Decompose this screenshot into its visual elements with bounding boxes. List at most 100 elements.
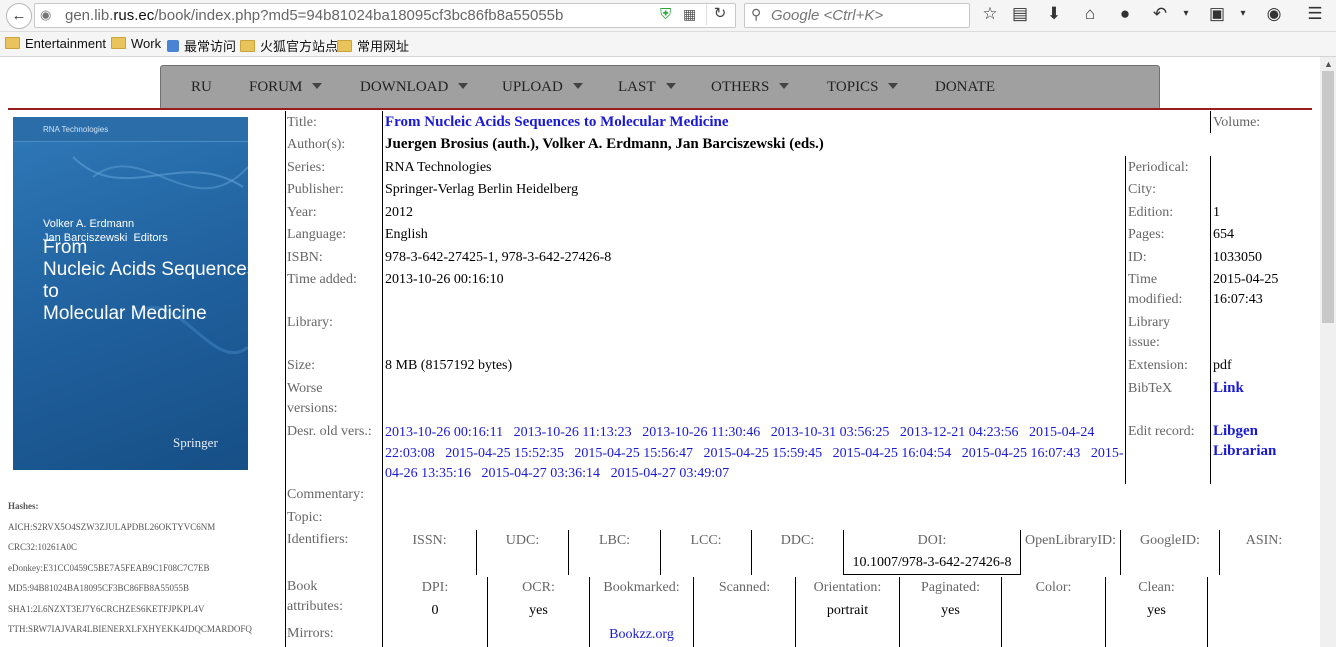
star-bookmark-icon[interactable]: ☆ xyxy=(978,4,1002,24)
old-version-link[interactable]: 2013-10-26 11:13:23 xyxy=(514,425,632,440)
label-commentary: Commentary: xyxy=(287,487,364,502)
crop-dropdown-icon[interactable]: ▾ xyxy=(1231,8,1255,19)
libgen-edit-link[interactable]: Libgen xyxy=(1213,423,1258,440)
back-arrow-icon[interactable]: ← xyxy=(6,3,32,29)
bookmark-common-sites[interactable]: 常用网址 xyxy=(337,36,409,55)
label-topic: Topic: xyxy=(287,510,323,525)
scrollbar-thumb[interactable] xyxy=(1322,71,1334,323)
table-border xyxy=(1125,156,1126,484)
librarian-edit-link[interactable]: Librarian xyxy=(1213,443,1276,460)
menu-ru[interactable]: RU xyxy=(191,79,212,96)
menu-donate[interactable]: DONATE xyxy=(935,79,995,96)
search-bar[interactable]: ⚲ Google <Ctrl+K> xyxy=(744,3,970,28)
shield-icon[interactable]: ⛨ xyxy=(660,6,671,23)
message-icon[interactable]: ◉ xyxy=(1262,4,1286,24)
label-versions: versions: xyxy=(287,401,338,416)
cover-title: From Nucleic Acids Sequences to Molecula… xyxy=(43,237,248,324)
bookmark-work[interactable]: Work xyxy=(111,36,161,51)
label-edit-record: Edit record: xyxy=(1128,424,1195,439)
header-divider xyxy=(8,108,1312,110)
attr-orientation-value: portrait xyxy=(826,603,869,618)
label-extension: Extension: xyxy=(1128,358,1188,373)
reload-icon[interactable]: ↻ xyxy=(706,2,733,25)
globe-icon: ◉ xyxy=(40,7,52,22)
book-year: 2012 xyxy=(385,205,413,220)
old-version-link[interactable]: 2013-10-26 11:30:46 xyxy=(642,425,760,440)
menu-others[interactable]: OTHERS xyxy=(711,79,790,96)
attr-ocr: OCR: xyxy=(522,580,555,595)
menu-download[interactable]: DOWNLOAD xyxy=(360,79,469,96)
download-icon[interactable]: ⬇ xyxy=(1042,4,1066,24)
book-authors: Juergen Brosius (auth.), Volker A. Erdma… xyxy=(385,136,824,152)
chevron-down-icon xyxy=(888,83,899,89)
book-size: 8 MB (8157192 bytes) xyxy=(385,358,513,373)
old-version-link[interactable]: 2015-04-25 15:59:45 xyxy=(704,446,823,461)
identifier-ddc: DDC: xyxy=(780,533,815,548)
menu-icon[interactable]: ☰ xyxy=(1303,4,1327,24)
identifier-asin: ASIN: xyxy=(1245,533,1283,548)
qr-code-icon[interactable]: ▦ xyxy=(683,6,696,23)
attr-paginated: Paginated: xyxy=(920,580,981,595)
url-text[interactable]: gen.lib.rus.ec/book/index.php?md5=94b810… xyxy=(65,7,563,24)
attr-paginated-value: yes xyxy=(941,603,960,618)
old-version-link[interactable]: 2015-04-25 16:04:54 xyxy=(833,446,952,461)
label-pages: Pages: xyxy=(1128,227,1165,242)
hashes-block: Hashes: AICH:S2RVX5O4SZW3ZJULAPDBL26OKTY… xyxy=(8,496,252,640)
chevron-down-icon xyxy=(572,83,583,89)
menu-last[interactable]: LAST xyxy=(618,79,676,96)
chevron-down-icon xyxy=(665,83,676,89)
book-isbn: 978-3-642-27425-1, 978-3-642-27426-8 xyxy=(385,250,612,265)
book-title-link[interactable]: From Nucleic Acids Sequences to Molecula… xyxy=(385,114,729,131)
page-icon xyxy=(167,40,179,52)
table-border xyxy=(382,111,383,647)
book-edition: 1 xyxy=(1213,205,1220,220)
label-modified: modified: xyxy=(1128,292,1183,307)
identifier-issn: ISSN: xyxy=(412,533,447,548)
old-version-link[interactable]: 2015-04-27 03:49:07 xyxy=(611,466,730,481)
book-cover-image[interactable]: RNA Technologies Volker A. Erdmann Jan B… xyxy=(13,117,248,470)
reading-list-icon[interactable]: ▤ xyxy=(1008,4,1032,24)
old-version-link[interactable]: 2013-12-21 04:23:56 xyxy=(900,425,1019,440)
label-attributes: attributes: xyxy=(287,599,343,614)
label-year: Year: xyxy=(287,205,317,220)
chevron-down-icon xyxy=(312,83,323,89)
identifier-lbc: LBC: xyxy=(598,533,631,548)
site-menu-bar: RU FORUM DOWNLOAD UPLOAD LAST OTHERS TOP… xyxy=(160,65,1160,110)
old-version-link[interactable]: 2015-04-27 03:36:14 xyxy=(481,466,600,481)
bookmark-entertainment[interactable]: Entertainment xyxy=(5,36,106,51)
crop-icon[interactable]: ▣ xyxy=(1205,4,1229,24)
old-version-link[interactable]: 2015-04-25 15:56:47 xyxy=(574,446,693,461)
chat-icon[interactable]: ● xyxy=(1113,4,1137,24)
bibtex-link[interactable]: Link xyxy=(1213,380,1244,397)
book-publisher: Springer-Verlag Berlin Heidelberg xyxy=(385,182,579,197)
mirror-bookzz-link[interactable]: Bookzz.org xyxy=(590,627,693,643)
old-version-link[interactable]: 2015-04-25 16:07:43 xyxy=(962,446,1081,461)
undo-dropdown-icon[interactable]: ▾ xyxy=(1174,8,1198,19)
book-pages: 654 xyxy=(1213,227,1234,242)
undo-icon[interactable]: ↶ xyxy=(1148,4,1172,24)
old-version-link[interactable]: 2013-10-31 03:56:25 xyxy=(771,425,890,440)
menu-topics[interactable]: TOPICS xyxy=(827,79,899,96)
label-bibtex: BibTeX xyxy=(1128,381,1173,396)
label-edition: Edition: xyxy=(1128,205,1174,220)
search-icon: ⚲ xyxy=(751,6,762,22)
hash-sha1: SHA1:2L6NZXT3EJ7Y6CRCHZES6KETFJPKPL4V xyxy=(8,603,205,614)
menu-upload[interactable]: UPLOAD xyxy=(502,79,583,96)
bookmark-most-visited[interactable]: 最常访问 xyxy=(167,36,236,55)
book-time-modified-time: 16:07:43 xyxy=(1213,292,1263,307)
doi-value: 10.1007/978-3-642-27426-8 xyxy=(852,555,1012,570)
label-authors: Author(s): xyxy=(287,137,346,152)
old-version-link[interactable]: 2013-10-26 00:16:11 xyxy=(385,425,503,440)
address-bar[interactable]: ◉ gen.lib.rus.ec/book/index.php?md5=94b8… xyxy=(34,3,736,28)
attr-ocr-value: yes xyxy=(529,603,548,618)
menu-forum[interactable]: FORUM xyxy=(249,79,323,96)
bookmark-firefox-site[interactable]: 火狐官方站点 xyxy=(240,36,338,55)
identifier-google: GoogleID: xyxy=(1140,533,1200,548)
old-version-link[interactable]: 2015-04-25 15:52:35 xyxy=(445,446,564,461)
identifier-doi: DOI: xyxy=(917,533,947,548)
label-worse: Worse xyxy=(287,381,323,396)
home-icon[interactable]: ⌂ xyxy=(1078,4,1102,24)
page-scrollbar[interactable]: ▲ xyxy=(1320,57,1336,647)
scroll-up-icon[interactable]: ▲ xyxy=(1324,59,1333,69)
label-title: Title: xyxy=(287,115,317,130)
